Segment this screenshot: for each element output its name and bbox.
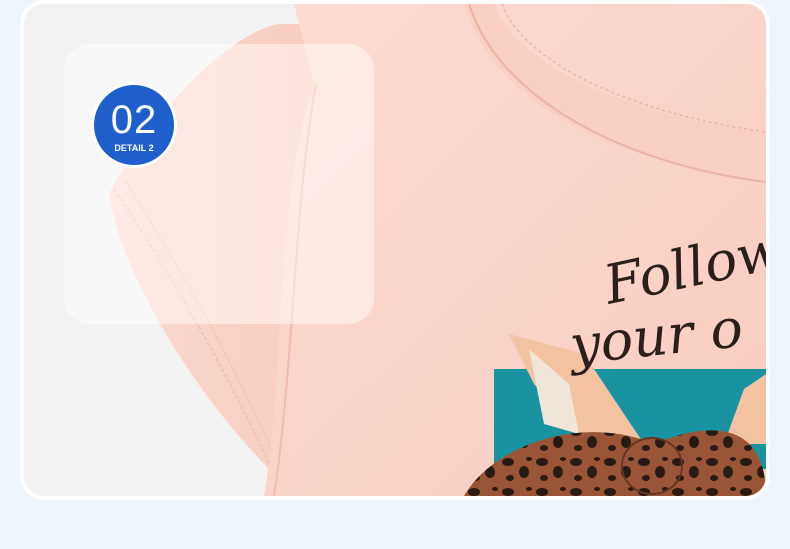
product-detail-frame: Follow your o bbox=[20, 0, 770, 500]
detail-badge: 02 DETAIL 2 bbox=[91, 82, 177, 168]
detail-badge-circle: 02 DETAIL 2 bbox=[94, 85, 174, 165]
product-photo: Follow your o bbox=[24, 4, 766, 496]
detail-label: DETAIL 2 bbox=[114, 143, 154, 153]
detail-overlay-card bbox=[64, 44, 374, 324]
detail-number: 02 bbox=[110, 98, 158, 142]
